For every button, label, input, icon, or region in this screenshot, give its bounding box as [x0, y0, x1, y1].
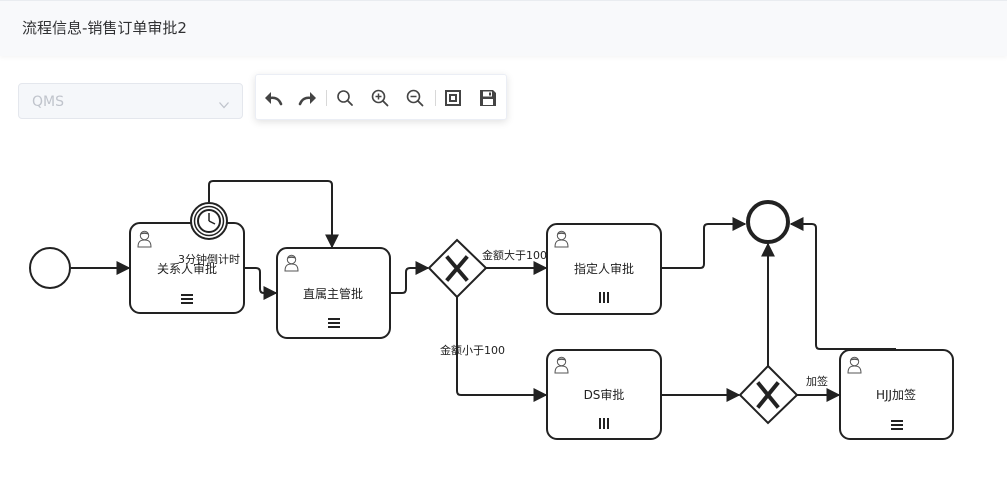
parallel-marker-icon [599, 292, 609, 303]
flow-hjj-to-end[interactable] [789, 217, 896, 350]
end-event[interactable] [746, 200, 790, 244]
start-event[interactable] [29, 247, 71, 289]
timer-label: 3分钟倒计时 [178, 252, 240, 266]
flow-label-countersign: 加签 [806, 374, 828, 388]
sequential-marker-icon [181, 294, 193, 304]
task-hjj-sign[interactable]: HJJ加签 [839, 349, 954, 440]
toolbar-divider [435, 90, 436, 106]
exclusive-gateway-countersign[interactable] [738, 364, 799, 425]
fit-view-icon[interactable] [442, 87, 464, 109]
flow-contact-to-manager[interactable] [244, 267, 278, 300]
process-select[interactable]: QMS [18, 83, 243, 119]
diagram-toolbar [255, 74, 507, 120]
flow-manager-to-gateway[interactable] [390, 261, 430, 294]
task-label: 指定人审批 [574, 261, 634, 276]
parallel-marker-icon [599, 418, 609, 429]
task-label: DS审批 [584, 387, 625, 402]
exclusive-gateway-amount[interactable] [427, 238, 488, 299]
flow-label-amount-lt: 金额小于100 [440, 343, 505, 357]
chevron-down-icon [218, 96, 230, 109]
toolbar-divider [326, 90, 327, 106]
flow-label-amount-gt: 金额大于100 [482, 248, 547, 262]
task-contact-approve[interactable]: 关系人审批 [129, 222, 245, 314]
flow-designee-to-end[interactable] [661, 217, 747, 269]
undo-icon[interactable] [262, 87, 284, 109]
redo-icon[interactable] [297, 87, 319, 109]
zoom-out-icon[interactable] [404, 87, 426, 109]
task-ds-approve[interactable]: DS审批 [546, 349, 662, 440]
page-header: 流程信息-销售订单审批2 [0, 0, 1007, 56]
task-designee-approve[interactable]: 指定人审批 [546, 223, 662, 315]
page-title: 流程信息-销售订单审批2 [22, 19, 187, 37]
task-label: HJJ加签 [876, 387, 916, 402]
task-label: 直属主管批 [303, 286, 363, 301]
sequential-marker-icon [328, 318, 340, 328]
process-select-value: QMS [32, 94, 64, 110]
zoom-in-icon[interactable] [369, 87, 391, 109]
task-direct-manager[interactable]: 直属主管批 [276, 247, 391, 339]
bpmn-canvas[interactable]: 关系人审批 3分钟倒计时 直属主管批 指定人审批 DS审批 HJJ加签 金额大于… [0, 130, 1007, 501]
save-icon[interactable] [477, 87, 499, 109]
sequential-marker-icon [891, 420, 903, 430]
search-icon[interactable] [334, 87, 356, 109]
